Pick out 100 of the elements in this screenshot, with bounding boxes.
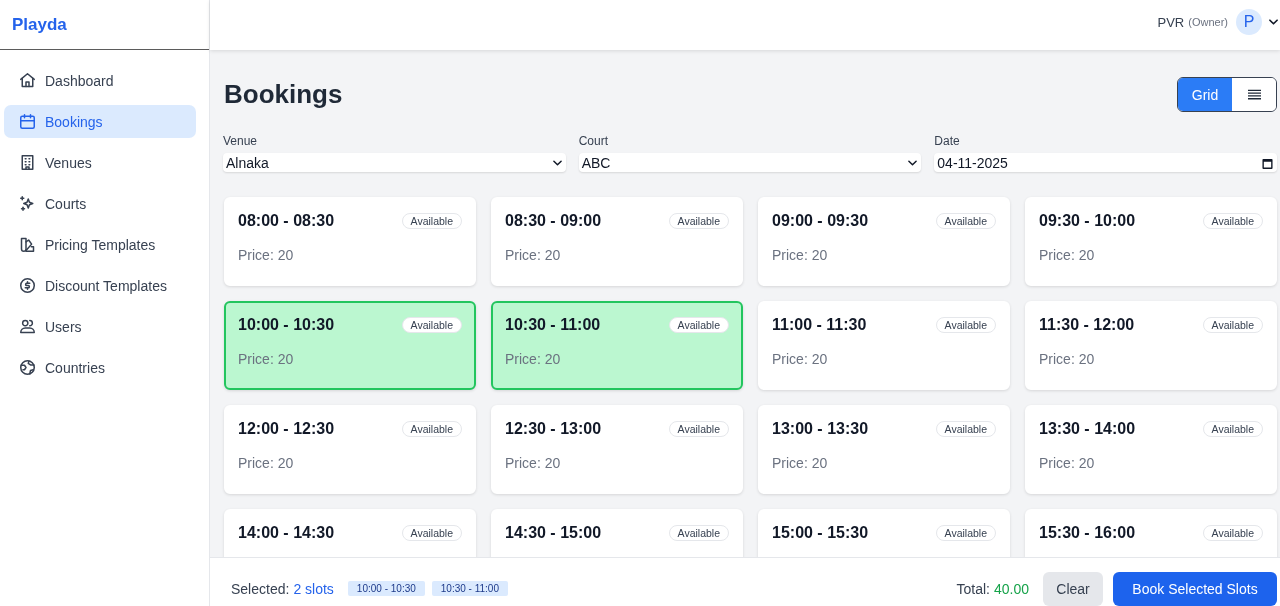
sparkles-icon — [20, 196, 35, 211]
slot-card[interactable]: 10:30 - 11:00 Available Price: 20 — [491, 301, 743, 390]
slot-time: 12:30 - 13:00 — [505, 420, 602, 438]
clear-button[interactable]: Clear — [1043, 571, 1103, 606]
swatch-icon — [20, 237, 35, 252]
slot-price: Price: 20 — [772, 350, 828, 368]
status-badge: Available — [668, 525, 729, 541]
app-logo[interactable]: Playda — [12, 14, 67, 35]
page-title: Bookings — [224, 79, 343, 110]
dropdown-field[interactable]: ABC — [578, 153, 922, 172]
calendar-icon[interactable] — [1262, 156, 1273, 169]
grid-view-button[interactable]: Grid — [1178, 78, 1232, 111]
status-badge: Available — [1202, 421, 1263, 437]
date-field[interactable]: 04-11-2025 — [934, 153, 1277, 172]
slot-card[interactable]: 08:30 - 09:00 Available Price: 20 — [491, 197, 743, 286]
dropdown-field[interactable]: Alnaka — [223, 153, 566, 172]
slot-card[interactable]: 15:30 - 16:00 Available — [1025, 509, 1277, 557]
status-badge: Available — [401, 213, 462, 229]
sidebar-item[interactable]: Pricing Templates — [4, 228, 196, 261]
dollar-circle-icon — [20, 278, 35, 293]
status-badge: Available — [935, 213, 996, 229]
field-label: Court — [578, 134, 608, 148]
slot-price: Price: 20 — [1039, 454, 1095, 472]
selected-label: Selected: — [231, 580, 290, 597]
slot-time: 09:00 - 09:30 — [772, 212, 869, 230]
slot-time: 11:00 - 11:30 — [772, 316, 867, 334]
slot-time: 15:30 - 16:00 — [1039, 524, 1136, 542]
slot-time: 11:30 - 12:00 — [1039, 316, 1135, 334]
list-icon — [1247, 89, 1261, 100]
slot-card[interactable]: 14:00 - 14:30 Available — [224, 509, 476, 557]
slot-price: Price: 20 — [772, 246, 828, 264]
slot-card[interactable]: 10:00 - 10:30 Available Price: 20 — [224, 301, 476, 390]
slot-price: Price: 20 — [238, 454, 294, 472]
sidebar-item[interactable]: Courts — [4, 187, 196, 220]
slot-card[interactable]: 11:00 - 11:30 Available Price: 20 — [758, 301, 1010, 390]
status-badge: Available — [668, 213, 729, 229]
slot-card[interactable]: 08:00 - 08:30 Available Price: 20 — [224, 197, 476, 286]
slot-price: Price: 20 — [238, 246, 294, 264]
status-badge: Available — [935, 421, 996, 437]
slot-price: Price: 20 — [238, 350, 294, 368]
slot-chip: 10:00 - 10:30 — [347, 581, 425, 596]
slot-time: 09:30 - 10:00 — [1039, 212, 1136, 230]
slot-price: Price: 20 — [505, 454, 561, 472]
user-avatar[interactable]: P — [1236, 9, 1262, 35]
status-badge: Available — [668, 317, 729, 333]
sidebar-item[interactable]: Bookings — [4, 105, 196, 138]
slot-time: 08:30 - 09:00 — [505, 212, 602, 230]
sidebar-item[interactable]: Dashboard — [4, 64, 196, 97]
user-role: (Owner) — [1188, 16, 1228, 28]
total-label: Total: — [956, 580, 990, 597]
home-icon — [20, 73, 35, 88]
slot-time: 14:00 - 14:30 — [238, 524, 335, 542]
status-badge: Available — [401, 525, 462, 541]
sidebar-item[interactable]: Countries — [4, 351, 196, 384]
status-badge: Available — [401, 317, 462, 333]
slot-card[interactable]: 09:00 - 09:30 Available Price: 20 — [758, 197, 1010, 286]
chevron-down-icon — [552, 159, 562, 166]
slot-time: 15:00 - 15:30 — [772, 524, 869, 542]
users-icon — [20, 319, 35, 334]
chevron-down-icon — [908, 159, 918, 166]
slot-price: Price: 20 — [505, 350, 561, 368]
status-badge: Available — [1202, 317, 1263, 333]
sidebar-item[interactable]: Discount Templates — [4, 269, 196, 302]
slot-time: 12:00 - 12:30 — [238, 420, 335, 438]
slot-card[interactable]: 12:00 - 12:30 Available Price: 20 — [224, 405, 476, 494]
slot-chip: 10:30 - 11:00 — [431, 581, 508, 596]
chevron-down-icon[interactable] — [1269, 19, 1278, 25]
slot-price: Price: 20 — [772, 454, 828, 472]
slot-time: 08:00 - 08:30 — [238, 212, 335, 230]
calendar-icon — [20, 114, 35, 129]
sidebar-item[interactable]: Users — [4, 310, 196, 343]
status-badge: Available — [668, 421, 729, 437]
globe-icon — [20, 360, 35, 375]
slot-card[interactable]: 13:30 - 14:00 Available Price: 20 — [1025, 405, 1277, 494]
slot-card[interactable]: 09:30 - 10:00 Available Price: 20 — [1025, 197, 1277, 286]
sidebar-item[interactable]: Venues — [4, 146, 196, 179]
slot-card[interactable]: 15:00 - 15:30 Available — [758, 509, 1010, 557]
slot-card[interactable]: 12:30 - 13:00 Available Price: 20 — [491, 405, 743, 494]
field-label: Venue — [223, 134, 258, 148]
slot-price: Price: 20 — [1039, 246, 1095, 264]
slot-price: Price: 20 — [505, 246, 561, 264]
status-badge: Available — [401, 421, 462, 437]
status-badge: Available — [1202, 213, 1263, 229]
building-icon — [20, 155, 35, 170]
slot-time: 13:00 - 13:30 — [772, 420, 869, 438]
slot-time: 13:30 - 14:00 — [1039, 420, 1136, 438]
status-badge: Available — [935, 525, 996, 541]
slot-card[interactable]: 14:30 - 15:00 Available — [491, 509, 743, 557]
slot-card[interactable]: 11:30 - 12:00 Available Price: 20 — [1025, 301, 1277, 390]
selected-count: 2 slots — [293, 580, 334, 597]
user-name: PVR — [1157, 14, 1185, 30]
list-view-button[interactable] — [1232, 78, 1276, 111]
slot-time: 14:30 - 15:00 — [505, 524, 602, 542]
slot-card[interactable]: 13:00 - 13:30 Available Price: 20 — [758, 405, 1010, 494]
status-badge: Available — [1202, 525, 1263, 541]
slot-price: Price: 20 — [1039, 350, 1095, 368]
book-button[interactable]: Book Selected Slots — [1113, 571, 1277, 606]
slot-time: 10:00 - 10:30 — [238, 316, 335, 334]
slot-time: 10:30 - 11:00 — [505, 316, 601, 334]
status-badge: Available — [935, 317, 996, 333]
